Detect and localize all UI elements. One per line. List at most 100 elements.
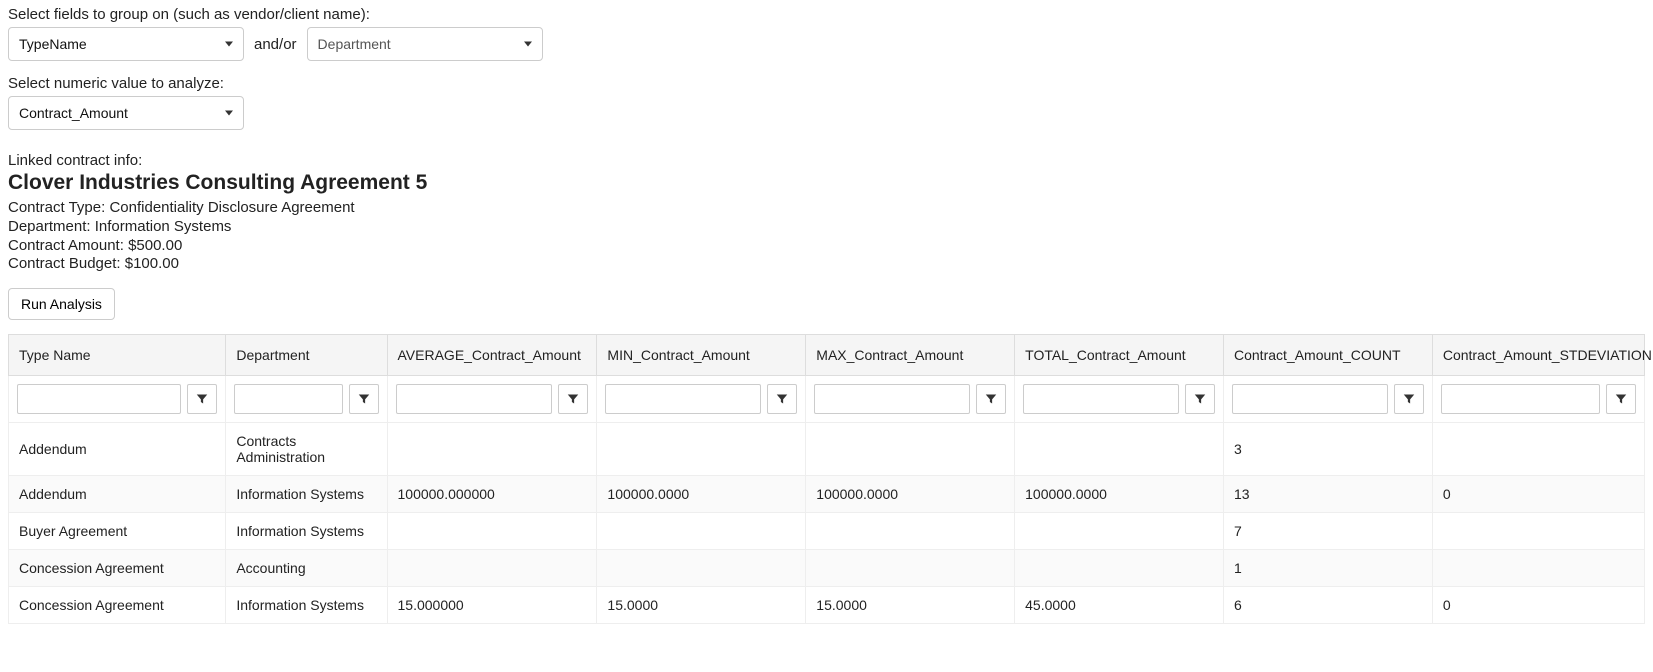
table-cell: 15.000000 — [387, 587, 597, 624]
table-cell: Accounting — [226, 550, 387, 587]
table-cell: Concession Agreement — [9, 550, 226, 587]
funnel-icon — [776, 393, 788, 405]
numeric-value-label: Select numeric value to analyze: — [8, 75, 1645, 92]
filter-input-typename[interactable] — [17, 384, 181, 414]
filter-button-department[interactable] — [349, 384, 379, 414]
table-cell: 0 — [1432, 587, 1644, 624]
contract-type-line: Contract Type: Confidentiality Disclosur… — [8, 199, 1645, 218]
filter-input-total[interactable] — [1023, 384, 1179, 414]
table-cell — [387, 423, 597, 476]
table-cell — [387, 513, 597, 550]
group-fields-label: Select fields to group on (such as vendo… — [8, 6, 1645, 23]
andor-label: and/or — [254, 36, 297, 53]
table-cell: Concession Agreement — [9, 587, 226, 624]
group-field-2-select[interactable]: Department — [307, 27, 543, 61]
table-cell: 100000.0000 — [806, 476, 1015, 513]
contract-amount-value: $500.00 — [128, 237, 182, 254]
filter-button-total[interactable] — [1185, 384, 1215, 414]
funnel-icon — [1403, 393, 1415, 405]
table-cell: Addendum — [9, 476, 226, 513]
filter-button-max[interactable] — [976, 384, 1006, 414]
group-fields-row: TypeName and/or Department — [8, 27, 1645, 61]
filter-button-typename[interactable] — [187, 384, 217, 414]
table-cell: 0 — [1432, 476, 1644, 513]
group-field-2-value: Department — [318, 36, 391, 52]
table-cell: 15.0000 — [597, 587, 806, 624]
table-cell — [387, 550, 597, 587]
table-cell: 15.0000 — [806, 587, 1015, 624]
group-field-1-select[interactable]: TypeName — [8, 27, 244, 61]
table-cell: 45.0000 — [1015, 587, 1224, 624]
contract-type-value: Confidentiality Disclosure Agreement — [109, 199, 354, 216]
funnel-icon — [196, 393, 208, 405]
filter-button-count[interactable] — [1394, 384, 1424, 414]
linked-contract-label: Linked contract info: — [8, 152, 1645, 169]
filter-button-min[interactable] — [767, 384, 797, 414]
col-header-count[interactable]: Contract_Amount_COUNT — [1224, 335, 1433, 376]
filter-input-count[interactable] — [1232, 384, 1388, 414]
filter-input-min[interactable] — [605, 384, 761, 414]
contract-dept-label: Department: — [8, 218, 95, 235]
table-row[interactable]: Concession AgreementAccounting 1 — [9, 550, 1645, 587]
numeric-value-value: Contract_Amount — [19, 105, 128, 121]
chevron-down-icon — [225, 42, 233, 47]
funnel-icon — [358, 393, 370, 405]
table-cell: 100000.000000 — [387, 476, 597, 513]
table-cell — [806, 550, 1015, 587]
contract-dept-line: Department: Information Systems — [8, 218, 1645, 237]
filter-input-stdev[interactable] — [1441, 384, 1600, 414]
contract-budget-label: Contract Budget: — [8, 255, 125, 272]
table-header-row: Type Name Department AVERAGE_Contract_Am… — [9, 335, 1645, 376]
col-header-department[interactable]: Department — [226, 335, 387, 376]
funnel-icon — [1615, 393, 1627, 405]
table-row[interactable]: AddendumInformation Systems100000.000000… — [9, 476, 1645, 513]
table-cell: 100000.0000 — [1015, 476, 1224, 513]
numeric-value-select[interactable]: Contract_Amount — [8, 96, 244, 130]
contract-budget-value: $100.00 — [125, 255, 179, 272]
table-cell — [1015, 513, 1224, 550]
table-cell: Addendum — [9, 423, 226, 476]
filter-button-stdev[interactable] — [1606, 384, 1636, 414]
table-cell: 1 — [1224, 550, 1433, 587]
table-cell — [806, 513, 1015, 550]
table-cell: 3 — [1224, 423, 1433, 476]
chevron-down-icon — [225, 111, 233, 116]
table-cell: Contracts Administration — [226, 423, 387, 476]
col-header-total[interactable]: TOTAL_Contract_Amount — [1015, 335, 1224, 376]
table-cell — [1015, 423, 1224, 476]
table-row[interactable]: Buyer AgreementInformation Systems 7 — [9, 513, 1645, 550]
table-cell: 13 — [1224, 476, 1433, 513]
table-cell — [1432, 513, 1644, 550]
table-cell — [1015, 550, 1224, 587]
funnel-icon — [567, 393, 579, 405]
contract-budget-line: Contract Budget: $100.00 — [8, 255, 1645, 274]
filter-button-average[interactable] — [558, 384, 588, 414]
group-field-1-value: TypeName — [19, 36, 87, 52]
results-table: Type Name Department AVERAGE_Contract_Am… — [8, 334, 1645, 624]
filter-row — [9, 376, 1645, 423]
contract-dept-value: Information Systems — [95, 218, 232, 235]
col-header-typename[interactable]: Type Name — [9, 335, 226, 376]
table-cell: 6 — [1224, 587, 1433, 624]
table-row[interactable]: Concession AgreementInformation Systems1… — [9, 587, 1645, 624]
contract-amount-label: Contract Amount: — [8, 237, 128, 254]
table-cell: 7 — [1224, 513, 1433, 550]
filter-input-average[interactable] — [396, 384, 553, 414]
run-analysis-button[interactable]: Run Analysis — [8, 288, 115, 320]
col-header-min[interactable]: MIN_Contract_Amount — [597, 335, 806, 376]
table-row[interactable]: AddendumContracts Administration 3 — [9, 423, 1645, 476]
table-cell: Buyer Agreement — [9, 513, 226, 550]
filter-input-max[interactable] — [814, 384, 970, 414]
contract-amount-line: Contract Amount: $500.00 — [8, 237, 1645, 256]
col-header-average[interactable]: AVERAGE_Contract_Amount — [387, 335, 597, 376]
contract-type-label: Contract Type: — [8, 199, 109, 216]
filter-input-department[interactable] — [234, 384, 342, 414]
table-cell: Information Systems — [226, 513, 387, 550]
table-cell: Information Systems — [226, 476, 387, 513]
table-cell: Information Systems — [226, 587, 387, 624]
numeric-value-row: Contract_Amount — [8, 96, 1645, 130]
table-cell — [1432, 423, 1644, 476]
col-header-max[interactable]: MAX_Contract_Amount — [806, 335, 1015, 376]
table-cell — [806, 423, 1015, 476]
col-header-stdev[interactable]: Contract_Amount_STDEVIATION — [1432, 335, 1644, 376]
